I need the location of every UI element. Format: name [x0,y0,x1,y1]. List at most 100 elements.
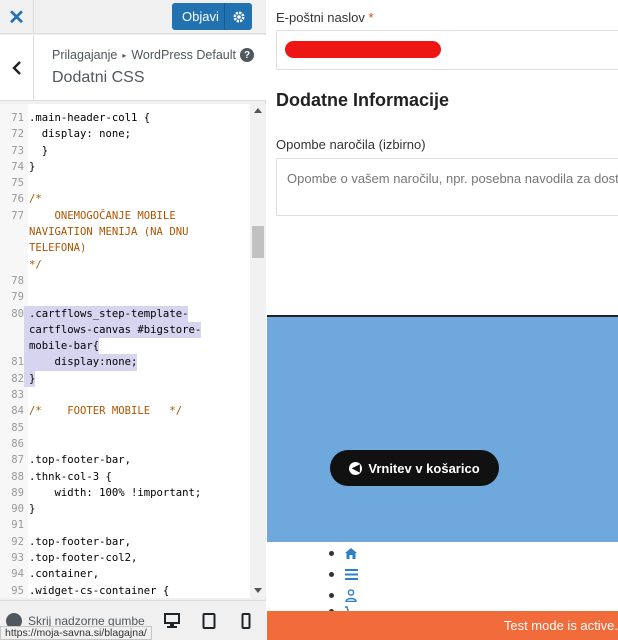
back-to-cart-button[interactable]: ◀ Vrnitev v košarico [330,450,499,486]
publish-button[interactable]: Objavi [172,3,252,30]
code-text[interactable] [24,517,29,533]
code-text[interactable] [24,420,29,436]
required-mark: * [368,10,374,25]
code-line[interactable]: 73 } [0,143,250,159]
code-line[interactable]: mobile-bar{ [0,338,250,355]
code-line[interactable]: 85 [0,420,250,436]
code-text[interactable]: .widget-cs-container { [24,583,169,598]
code-line[interactable]: 79 [0,289,250,305]
breadcrumb-theme: WordPress Default [131,48,237,62]
test-mode-banner: Test mode is active. [267,611,618,640]
code-text[interactable]: } [24,143,48,159]
list-item[interactable] [329,564,359,585]
order-notes-field[interactable]: Opombe o vašem naročilu, npr. posebna na… [276,158,618,216]
home-icon[interactable] [343,547,359,560]
tablet-icon[interactable] [202,613,220,629]
code-text[interactable] [24,387,29,403]
code-text[interactable]: display: none; [24,126,131,142]
code-line[interactable]: 86 [0,436,250,452]
list-item[interactable] [329,543,359,564]
editor-scrollbar[interactable] [250,104,266,598]
publish-label[interactable]: Objavi [172,9,224,24]
code-text[interactable]: width: 100% !important; [24,485,202,501]
code-text[interactable]: } [24,501,35,517]
code-line[interactable]: 75 [0,175,250,191]
code-line[interactable]: 92 .top-footer-bar, [0,534,250,550]
code-text[interactable]: */ [24,257,42,273]
scroll-thumb[interactable] [252,226,264,258]
code-line[interactable]: 80 .cartflows_step-template- [0,305,250,322]
code-line[interactable]: 77 ONEMOGOČANJE MOBILE [0,208,250,224]
code-line[interactable]: */ [0,257,250,273]
code-text[interactable]: .main-header-col1 { [24,110,150,126]
code-text[interactable] [24,175,29,191]
list-item[interactable] [329,585,359,606]
code-line[interactable]: 88 .thnk-col-3 { [0,469,250,485]
code-text[interactable]: } [24,370,36,388]
code-line[interactable]: 94 .container, [0,566,250,582]
code-text[interactable]: ONEMOGOČANJE MOBILE [24,208,176,224]
code-text[interactable]: TELEFONA) [24,240,86,256]
code-text[interactable]: .thnk-col-3 { [24,469,112,485]
code-line[interactable]: 72 display: none; [0,126,250,142]
code-line[interactable]: 93 .top-footer-col2, [0,550,250,566]
breadcrumb-separator: ▸ [122,51,127,61]
code-text[interactable] [24,436,29,452]
code-text[interactable] [24,273,29,289]
code-line[interactable]: 87 .top-footer-bar, [0,452,250,468]
bullet [329,593,334,598]
close-icon[interactable]: ✕ [0,0,34,34]
code-line[interactable]: cartflows-canvas #bigstore- [0,321,250,339]
customizer-panel: ✕ Objavi Prilagajanje ▸ WordPress Default … [0,0,266,640]
code-text[interactable]: /* FOOTER MOBILE */ [24,403,182,419]
email-field[interactable] [276,30,618,70]
code-line[interactable]: 90} [0,501,250,517]
code-text[interactable]: /* [24,191,42,207]
code-text[interactable]: .top-footer-bar, [24,452,131,468]
code-line[interactable]: 71 .main-header-col1 { [0,110,250,126]
code-text[interactable]: .top-footer-bar, [24,534,131,550]
status-bar-url: https://moja-savna.si/blagajna/ [0,626,152,640]
help-icon[interactable]: ? [240,48,254,62]
line-number [0,224,24,240]
code-line[interactable]: 95 .widget-cs-container { [0,583,250,598]
code-line[interactable]: 82} [0,370,250,388]
code-text[interactable]: mobile-bar{ [24,338,100,355]
code-lines[interactable]: 71 .main-header-col1 {72 display: none; 73… [0,110,250,598]
code-text[interactable]: .cartflows_step-template- [24,305,189,322]
code-text[interactable]: .top-footer-col2, [24,550,137,566]
code-line[interactable]: 78 [0,273,250,289]
code-line[interactable]: NAVIGATION MENIJA (NA DNU [0,224,250,240]
code-line[interactable]: 83 [0,387,250,403]
line-number [0,257,24,273]
code-line[interactable]: TELEFONA) [0,240,250,256]
email-label: E-poštni naslov * [276,10,374,25]
code-text[interactable]: NAVIGATION MENIJA (NA DNU [24,224,188,240]
line-number: 81 [11,356,24,369]
scroll-up-icon[interactable] [254,108,262,113]
scroll-down-icon[interactable] [254,588,262,593]
arrow-left-icon: ◀ [349,461,363,475]
code-line[interactable]: 84/* FOOTER MOBILE */ [0,403,250,419]
breadcrumb: Prilagajanje ▸ WordPress Default [52,48,236,62]
mobile-icon[interactable] [241,613,259,629]
code-text[interactable]: cartflows-canvas #bigstore- [24,321,202,339]
code-text[interactable] [24,289,29,305]
code-line[interactable]: 81 display:none; [0,354,250,371]
gear-icon[interactable] [225,10,252,24]
code-line[interactable]: 89 width: 100% !important; [0,485,250,501]
line-number [0,322,24,338]
code-line[interactable]: 74} [0,159,250,175]
code-text[interactable]: } [24,159,35,175]
user-icon[interactable] [343,589,359,602]
code-text[interactable]: display:none; [24,354,138,371]
line-number: 83 [11,389,24,402]
code-line[interactable]: 91 [0,517,250,533]
back-icon[interactable] [0,35,34,101]
code-line[interactable]: 76/* [0,191,250,207]
css-code-editor[interactable]: 71 .main-header-col1 {72 display: none; 73… [0,104,266,598]
menu-icon[interactable] [343,569,359,580]
code-text[interactable]: .container, [24,566,99,582]
desktop-icon[interactable] [164,613,182,629]
line-number: 93 [11,552,24,565]
